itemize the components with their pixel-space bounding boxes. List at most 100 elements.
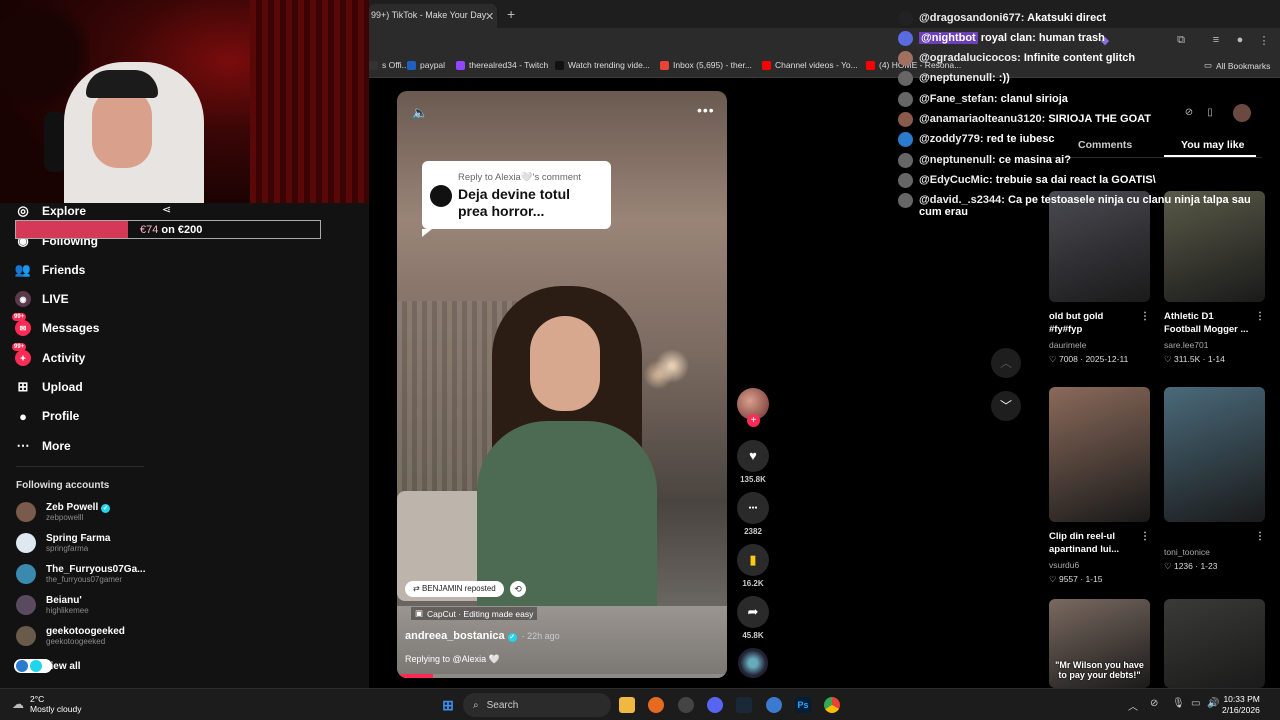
video-card[interactable]: ⋮ toni_toonice ♡ 1236 · 1-23 [1164, 387, 1265, 572]
more-options-icon[interactable]: ••• [697, 102, 715, 118]
all-bookmarks[interactable]: ▭ All Bookmarks [1204, 60, 1270, 71]
video-thumbnail[interactable] [1049, 387, 1150, 522]
previous-video-chevron-up-icon[interactable]: ︿ [991, 348, 1021, 378]
author-name[interactable]: andreea_bostanica ✓ · 22h ago [405, 630, 560, 642]
repost-chip[interactable]: ⇄ BENJAMIN reposted [405, 581, 504, 597]
bookmark-action[interactable]: ▮ 16.2K [737, 544, 769, 588]
cloud-icon: ☁ [12, 697, 24, 711]
all-bookmarks-label: All Bookmarks [1216, 60, 1271, 71]
bookmark-item[interactable]: s Offi... [369, 60, 409, 70]
bookmark-item[interactable]: Watch trending vide... [555, 60, 650, 70]
bookmark-item[interactable]: Channel videos - Yo... [762, 60, 858, 70]
video-thumbnail[interactable] [1164, 387, 1265, 522]
bookmark-item[interactable]: paypal [407, 60, 445, 70]
card-title: ⋮ [1164, 530, 1265, 543]
following-account[interactable]: Zeb Powell ✓ zebpowelll [16, 502, 111, 522]
card-username[interactable]: vsurdu6 [1049, 560, 1150, 570]
donation-progress-fill [16, 221, 129, 238]
share-action[interactable]: ➦ 45.8K [737, 596, 769, 640]
friends-icon: 👥 [14, 262, 32, 277]
music-disc-icon[interactable] [738, 648, 768, 678]
file-explorer-icon[interactable] [619, 697, 635, 713]
card-more-icon[interactable]: ⋮ [1255, 530, 1265, 543]
browser-tab-bar: 99+) TikTok - Make Your Day ✕ + [369, 0, 1280, 28]
card-username[interactable]: toni_toonice [1164, 547, 1265, 557]
following-account[interactable]: The_Furryous07Ga... the_furryous07gamer [16, 564, 145, 584]
video-player[interactable]: 🔈 ••• Reply to Alexia🤍's comment Deja de… [397, 91, 727, 678]
chrome-icon[interactable] [824, 697, 840, 713]
clock[interactable]: 10:33 PM 2/16/2026 [1222, 694, 1260, 716]
sidebar-item-friends[interactable]: 👥 Friends [15, 262, 85, 278]
app-icon[interactable] [678, 697, 694, 713]
network-off-icon[interactable]: ⊘ [1150, 698, 1158, 709]
user-avatar[interactable] [1233, 104, 1251, 122]
speaker-icon[interactable]: 🔊 [1207, 698, 1219, 709]
following-account[interactable]: geekotoogeeked geekotoogeeked [16, 626, 125, 646]
repost-button[interactable]: ⟲ [510, 581, 526, 597]
follow-plus-icon[interactable]: + [747, 414, 760, 427]
tab-list-icon[interactable]: ≡ [1209, 34, 1223, 48]
share-arrow-icon[interactable]: ⋖ [162, 203, 171, 216]
sidebar-item-label: Upload [42, 380, 83, 394]
phone-icon[interactable]: ▯ [1201, 104, 1219, 122]
following-account[interactable]: Beianu' highlikemee [16, 595, 89, 615]
bookmark-item[interactable]: therealred34 - Twitch [456, 60, 548, 70]
chat-message: @neptunenull: ce masina ai? [898, 153, 1071, 168]
webcam-overlay [0, 0, 369, 203]
chat-message: @neptunenull: :)) [898, 71, 1010, 86]
tray-chevron-icon[interactable]: ︿ [1128, 698, 1138, 713]
volume-icon[interactable]: 🔈 [412, 105, 428, 121]
sidebar-item-profile[interactable]: ● Profile [15, 408, 79, 424]
photoshop-icon[interactable]: Ps [795, 697, 811, 713]
curtain [310, 0, 369, 203]
video-card[interactable]: "Mr Wilson you have to pay your debts!" [1049, 599, 1150, 688]
microphone-icon[interactable]: 🎙 [1172, 698, 1185, 709]
extensions-puzzle-icon[interactable]: ⧉ [1174, 34, 1188, 48]
comment-action[interactable]: ●●● 2382 [737, 492, 769, 536]
taskbar-search[interactable]: ⌕ Search [463, 693, 611, 717]
tab-comments[interactable]: Comments [1078, 139, 1132, 151]
next-video-chevron-down-icon[interactable]: ﹀ [991, 391, 1021, 421]
profile-icon[interactable]: ● [1233, 34, 1247, 48]
avatar [16, 595, 36, 615]
video-card[interactable] [1164, 599, 1265, 688]
avatar [16, 502, 36, 522]
tab-you-may-like[interactable]: You may like [1181, 139, 1244, 151]
video-progress-bar[interactable] [397, 674, 727, 678]
sidebar-item-messages[interactable]: ✉ 99+ Messages [12, 313, 99, 336]
windows-start-icon[interactable]: ⊞ [440, 697, 456, 713]
browser-tab[interactable]: 99+) TikTok - Make Your Day ✕ [369, 4, 497, 28]
chat-body: @neptunenull: :)) [919, 72, 1010, 84]
firefox-icon[interactable] [648, 697, 664, 713]
card-more-icon[interactable]: ⋮ [1140, 310, 1150, 323]
menu-kebab-icon[interactable]: ⋮ [1257, 34, 1271, 48]
video-thumbnail[interactable]: "Mr Wilson you have to pay your debts!" [1049, 599, 1150, 688]
display-icon[interactable]: ▭ [1191, 698, 1200, 709]
sidebar-item-upload[interactable]: ⊞ Upload [15, 379, 83, 395]
like-action[interactable]: ♥ 135.8K [737, 440, 769, 484]
card-username[interactable]: daurimele [1049, 340, 1150, 350]
following-account[interactable]: Spring Farma springfarma [16, 533, 110, 553]
video-thumbnail[interactable] [1164, 599, 1265, 688]
sidebar-item-explore[interactable]: ◎ Explore [15, 203, 86, 219]
sidebar-item-activity[interactable]: ✦ 99+ Activity [12, 343, 85, 366]
view-all-link[interactable]: View all [14, 659, 81, 673]
card-username[interactable]: sare.lee701 [1164, 340, 1265, 350]
close-tab-icon[interactable]: ✕ [485, 10, 494, 23]
card-more-icon[interactable]: ⋮ [1140, 530, 1150, 543]
replying-to[interactable]: Replying to @Alexia 🤍 [405, 654, 500, 665]
video-card[interactable]: Clip din reel-ul apartinand lui... ⋮ vsurd… [1049, 387, 1150, 585]
steam-icon[interactable] [736, 697, 752, 713]
sidebar-item-live[interactable]: ◉ LIVE [15, 291, 69, 307]
mention-icon[interactable]: ⊘ [1180, 104, 1198, 122]
discord-icon[interactable] [707, 697, 723, 713]
bookmark-item[interactable]: Inbox (5,695) - ther... [660, 60, 752, 70]
new-tab-button[interactable]: + [507, 6, 515, 22]
app-icon[interactable] [766, 697, 782, 713]
address-bar[interactable]: ◆ ⧉ ≡ ● ⋮ [369, 28, 1280, 54]
weather-widget[interactable]: ☁ 2°C Mostly cloudy [12, 694, 82, 714]
card-more-icon[interactable]: ⋮ [1255, 310, 1265, 323]
capcut-anchor[interactable]: ▣ CapCut · Editing made easy [411, 607, 538, 620]
capcut-icon: ▣ [415, 608, 424, 618]
sidebar-item-more[interactable]: ⋯ More [15, 438, 71, 454]
